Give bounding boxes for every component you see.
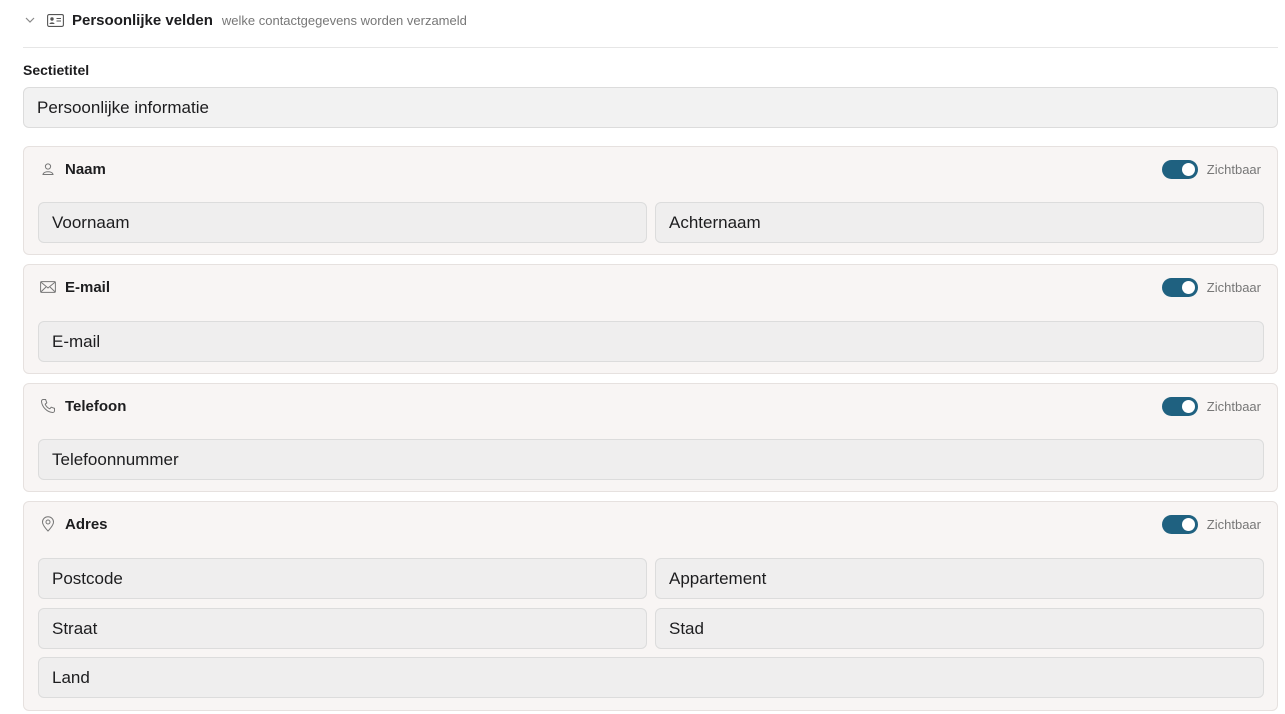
card-email: E-mail Zichtbaar E-mail bbox=[23, 264, 1278, 374]
visibility-toggle[interactable]: Zichtbaar bbox=[1161, 396, 1261, 416]
id-card-icon bbox=[46, 13, 64, 27]
toggle-label: Zichtbaar bbox=[1206, 279, 1261, 295]
card-telefoon: Telefoon Zichtbaar Telefoonnummer bbox=[23, 383, 1278, 492]
toggle-switch[interactable] bbox=[1161, 514, 1198, 534]
toggle-switch[interactable] bbox=[1161, 396, 1198, 416]
personal-fields-panel: Persoonlijke velden welke contactgegeven… bbox=[0, 0, 1285, 714]
toggle-label: Zichtbaar bbox=[1206, 398, 1261, 414]
card-title: E-mail bbox=[65, 278, 111, 296]
first-name-field[interactable]: Voornaam bbox=[38, 202, 647, 243]
country-field[interactable]: Land bbox=[38, 657, 1264, 698]
header-divider bbox=[23, 47, 1278, 48]
section-title-input[interactable]: Persoonlijke informatie bbox=[23, 87, 1278, 128]
section-subtitle: welke contactgegevens worden verzameld bbox=[221, 12, 467, 28]
city-field[interactable]: Stad bbox=[655, 608, 1264, 649]
apartment-field[interactable]: Appartement bbox=[655, 558, 1264, 599]
toggle-switch[interactable] bbox=[1161, 277, 1198, 297]
card-title: Adres bbox=[65, 515, 108, 533]
card-title: Telefoon bbox=[65, 397, 127, 415]
section-title-label: Sectietitel bbox=[23, 62, 90, 78]
phone-icon bbox=[40, 398, 56, 414]
street-field[interactable]: Straat bbox=[38, 608, 647, 649]
card-header: E-mail Zichtbaar bbox=[40, 277, 1261, 297]
postcode-field[interactable]: Postcode bbox=[38, 558, 647, 599]
card-title: Naam bbox=[65, 160, 106, 178]
card-header: Adres Zichtbaar bbox=[40, 514, 1261, 534]
user-icon bbox=[40, 161, 56, 177]
last-name-field[interactable]: Achternaam bbox=[655, 202, 1264, 243]
card-adres: Adres Zichtbaar Postcode Appartement Str… bbox=[23, 501, 1278, 711]
mail-icon bbox=[40, 279, 56, 295]
card-header: Naam Zichtbaar bbox=[40, 159, 1261, 179]
section-title: Persoonlijke velden bbox=[72, 11, 213, 29]
card-header: Telefoon Zichtbaar bbox=[40, 396, 1261, 416]
toggle-label: Zichtbaar bbox=[1206, 161, 1261, 177]
section-header[interactable]: Persoonlijke velden welke contactgegeven… bbox=[23, 9, 1278, 31]
chevron-down-icon[interactable] bbox=[23, 13, 37, 27]
card-naam: Naam Zichtbaar Voornaam Achternaam bbox=[23, 146, 1278, 255]
toggle-label: Zichtbaar bbox=[1206, 516, 1261, 532]
visibility-toggle[interactable]: Zichtbaar bbox=[1161, 277, 1261, 297]
map-pin-icon bbox=[40, 516, 56, 532]
email-field[interactable]: E-mail bbox=[38, 321, 1264, 362]
phone-field[interactable]: Telefoonnummer bbox=[38, 439, 1264, 480]
visibility-toggle[interactable]: Zichtbaar bbox=[1161, 159, 1261, 179]
toggle-switch[interactable] bbox=[1161, 159, 1198, 179]
visibility-toggle[interactable]: Zichtbaar bbox=[1161, 514, 1261, 534]
